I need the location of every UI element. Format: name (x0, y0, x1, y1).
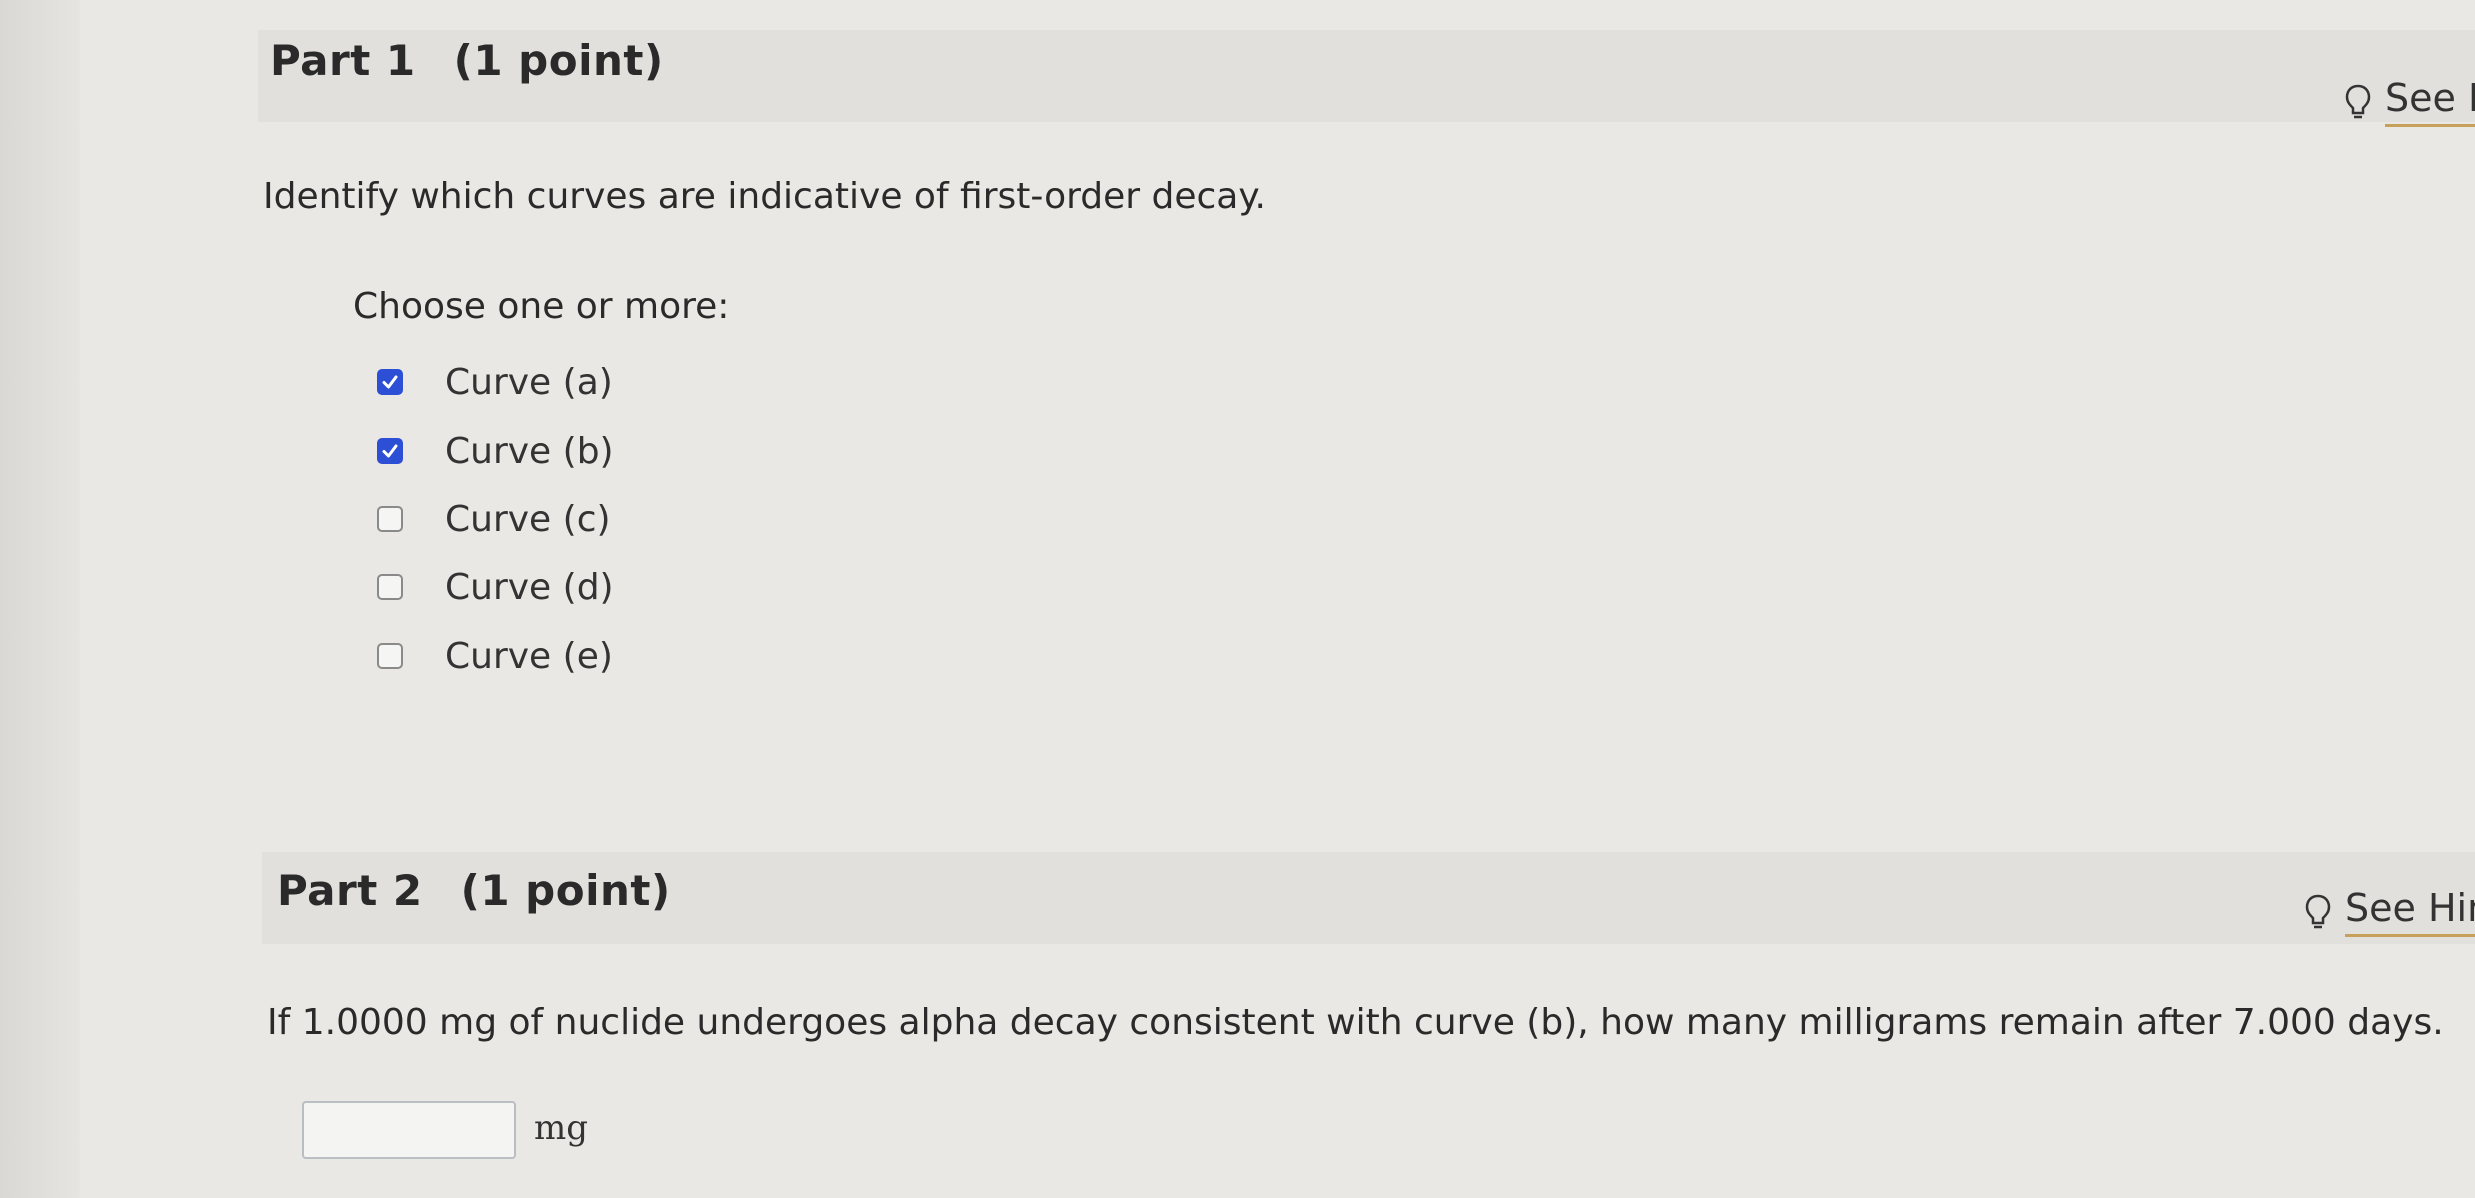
option-curve-e[interactable]: Curve (e) (377, 631, 613, 681)
checkbox-curve-e[interactable] (377, 643, 403, 669)
left-edge (0, 0, 80, 1198)
checkbox-curve-c[interactable] (377, 506, 403, 532)
option-label-curve-a: Curve (a) (445, 361, 613, 403)
lightbulb-icon (2345, 84, 2371, 118)
option-label-curve-e: Curve (e) (445, 635, 613, 677)
unit-label: mg (534, 1108, 589, 1148)
option-curve-d[interactable]: Curve (d) (377, 562, 614, 612)
choose-label: Choose one or more: (353, 286, 730, 327)
part1-hint-link[interactable]: See H (2345, 76, 2475, 127)
lightbulb-icon (2305, 894, 2331, 928)
option-label-curve-d: Curve (d) (445, 566, 614, 608)
option-curve-a[interactable]: Curve (a) (377, 357, 613, 407)
option-curve-c[interactable]: Curve (c) (377, 494, 611, 544)
checkmark-icon (382, 375, 398, 389)
part1-hint-label[interactable]: See H (2385, 76, 2475, 127)
part1-points: (1 point) (453, 36, 664, 85)
option-label-curve-b: Curve (b) (445, 430, 614, 472)
checkbox-curve-d[interactable] (377, 574, 403, 600)
part1-title-text: Part 1 (270, 36, 416, 85)
checkbox-curve-a[interactable] (377, 369, 403, 395)
answer-input[interactable] (302, 1101, 516, 1159)
part2-points: (1 point) (460, 866, 671, 915)
part2-title-text: Part 2 (277, 866, 423, 915)
option-label-curve-c: Curve (c) (445, 498, 611, 540)
checkbox-curve-b[interactable] (377, 438, 403, 464)
part2-question: If 1.0000 mg of nuclide undergoes alpha … (267, 1002, 2444, 1043)
checkmark-icon (382, 444, 398, 458)
part1-question: Identify which curves are indicative of … (263, 176, 1266, 217)
part2-hint-label[interactable]: See Hin (2345, 886, 2475, 937)
option-curve-b[interactable]: Curve (b) (377, 426, 614, 476)
part2-title: Part 2 (1 point) (277, 866, 671, 915)
part1-title: Part 1 (1 point) (270, 36, 664, 85)
part2-hint-link[interactable]: See Hin (2305, 886, 2475, 937)
